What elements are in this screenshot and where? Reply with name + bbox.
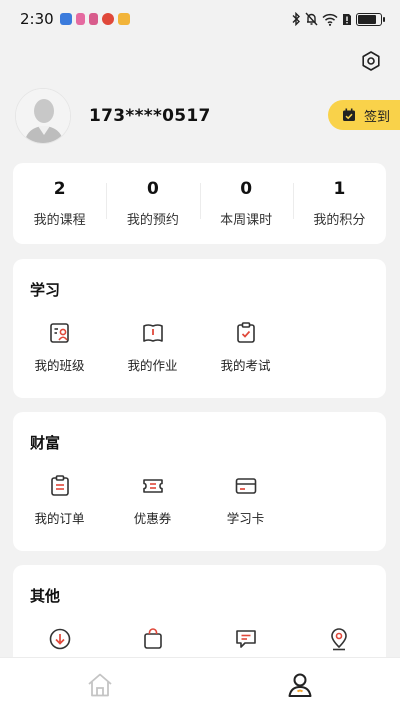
person-icon	[288, 673, 312, 697]
stat-label: 我的积分	[313, 213, 366, 228]
stat-label: 我的课程	[33, 213, 86, 228]
wifi-icon	[322, 13, 338, 26]
bottom-tab-bar	[0, 657, 400, 711]
location-item[interactable]	[292, 627, 385, 661]
shopping-bag-icon	[143, 628, 162, 649]
stat-my-points[interactable]: 1 我的积分	[292, 179, 386, 228]
stat-value: 0	[240, 179, 253, 199]
other-grid	[13, 627, 386, 661]
stat-my-courses[interactable]: 2 我的课程	[13, 179, 106, 228]
order-icon	[50, 475, 69, 496]
battery-level	[358, 14, 376, 24]
avatar[interactable]	[15, 88, 71, 144]
user-phone: 173****0517	[89, 106, 211, 126]
settings-icon	[362, 51, 380, 71]
grid-label: 优惠券	[133, 511, 172, 526]
home-icon	[88, 673, 112, 696]
my-homework-item[interactable]: 我的作业	[106, 321, 199, 374]
download-icon	[49, 628, 70, 650]
section-title: 其他	[30, 587, 61, 605]
battery-icon	[356, 12, 385, 26]
checkin-button[interactable]: 签到	[328, 100, 400, 130]
tab-profile[interactable]	[200, 658, 400, 711]
bluetooth-icon	[292, 12, 300, 26]
location-icon	[330, 628, 347, 651]
study-card-item[interactable]: 学习卡	[199, 474, 292, 527]
wealth-section: 财富 我的订单 优惠券 学习卡	[13, 412, 386, 551]
my-orders-item[interactable]: 我的订单	[13, 474, 106, 527]
my-class-item[interactable]: 我的班级	[13, 321, 106, 374]
notification-icons	[59, 13, 130, 25]
pink-app-icon-2	[88, 13, 98, 25]
exam-icon	[236, 322, 255, 343]
shop-item[interactable]	[106, 627, 199, 661]
wealth-grid: 我的订单 优惠券 学习卡	[13, 474, 386, 527]
download-item[interactable]	[13, 627, 106, 661]
coupon-icon	[142, 479, 163, 493]
status-time: 2:30	[20, 10, 54, 28]
tab-home[interactable]	[0, 658, 200, 711]
coupon-item[interactable]: 优惠券	[106, 474, 199, 527]
class-icon	[49, 323, 69, 343]
stat-weekly-hours[interactable]: 0 本周课时	[199, 179, 293, 228]
calendar-check-icon	[343, 108, 355, 121]
stat-value: 2	[53, 179, 66, 199]
grid-label: 我的作业	[127, 358, 178, 373]
study-card-icon	[235, 478, 256, 494]
weibo-icon	[101, 13, 114, 25]
status-bar: 2:30	[0, 0, 400, 38]
message-item[interactable]	[199, 627, 292, 661]
study-grid: 我的班级 我的作业 我的考试	[13, 321, 386, 374]
mute-bell-icon	[305, 12, 318, 26]
stat-label: 我的预约	[126, 213, 179, 228]
profile-header: 173****0517 签到	[15, 86, 400, 146]
yellow-app-icon	[117, 13, 130, 25]
checkin-label: 签到	[364, 109, 391, 125]
sim-alert-icon	[343, 13, 351, 25]
grid-label: 我的订单	[34, 511, 85, 526]
stat-my-appointments[interactable]: 0 我的预约	[106, 179, 199, 228]
section-title: 学习	[30, 281, 61, 299]
grid-label: 我的考试	[220, 358, 271, 373]
message-icon	[235, 630, 256, 648]
default-avatar-icon	[16, 89, 70, 143]
section-title: 财富	[30, 434, 61, 452]
grid-label: 学习卡	[226, 511, 265, 526]
homework-icon	[142, 324, 163, 342]
study-section: 学习 我的班级 我的作业 我的考试	[13, 259, 386, 398]
my-exam-item[interactable]: 我的考试	[199, 321, 292, 374]
shield-app-icon	[59, 13, 72, 25]
stat-value: 0	[146, 179, 159, 199]
grid-label: 我的班级	[34, 358, 85, 373]
stats-card: 2 我的课程 0 我的预约 0 本周课时 1 我的积分	[13, 163, 386, 244]
pink-app-icon	[75, 13, 85, 25]
stat-label: 本周课时	[220, 213, 273, 228]
settings-button[interactable]	[360, 50, 382, 72]
system-status-icons	[291, 12, 385, 26]
stat-value: 1	[333, 179, 346, 199]
